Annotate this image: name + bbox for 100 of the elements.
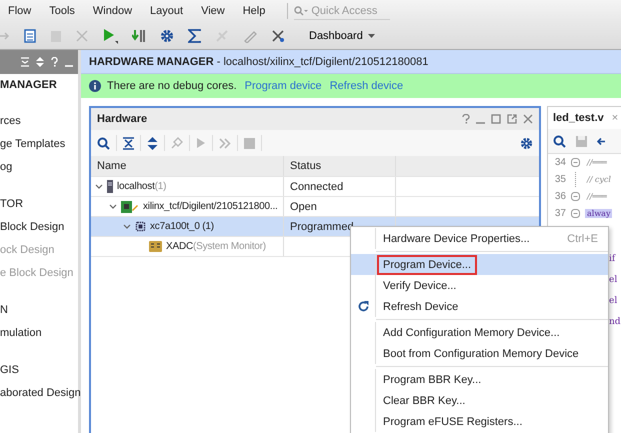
line-number: 37 bbox=[554, 208, 566, 219]
help-icon[interactable] bbox=[462, 114, 470, 124]
navigator-item[interactable]: og bbox=[0, 156, 78, 179]
code-line: //═══ bbox=[586, 192, 608, 201]
navigator-heading: MANAGER bbox=[0, 78, 58, 93]
link[interactable]: Program device bbox=[244, 80, 322, 92]
search-field[interactable]: Quick Access bbox=[294, 2, 390, 20]
board-icon bbox=[121, 200, 139, 212]
info-icon bbox=[89, 80, 101, 92]
fold-icon[interactable] bbox=[571, 158, 580, 167]
menu-item[interactable]: Window bbox=[92, 5, 132, 17]
menu-label: Program eFUSE Registers... bbox=[382, 414, 524, 430]
menu-item[interactable]: Help bbox=[242, 5, 266, 17]
column-header[interactable]: Status bbox=[284, 156, 396, 176]
chevron-icon[interactable] bbox=[123, 222, 131, 230]
line-number: 35 bbox=[554, 174, 566, 185]
close-icon[interactable] bbox=[76, 30, 88, 42]
run-icon[interactable] bbox=[102, 28, 118, 44]
menu-label: Boot from Configuration Memory Device bbox=[382, 346, 580, 362]
chevron-icon[interactable] bbox=[95, 182, 103, 190]
save-icon[interactable] bbox=[576, 136, 587, 146]
tree-label: xc7a100t_0 (1) bbox=[150, 221, 214, 232]
close-icon[interactable] bbox=[523, 114, 533, 124]
navigator-item[interactable]: mulation bbox=[0, 322, 78, 345]
document-icon[interactable] bbox=[24, 28, 36, 42]
maximize-icon[interactable] bbox=[491, 114, 501, 124]
expand-all-icon[interactable] bbox=[147, 136, 158, 150]
menu-label: Program BBR Key... bbox=[382, 372, 482, 388]
menu-item[interactable]: Program BBR Key... bbox=[351, 369, 608, 390]
menu-label: Add Configuration Memory Device... bbox=[382, 326, 561, 340]
menu-item[interactable]: Tools bbox=[49, 5, 75, 17]
status-text: Open bbox=[290, 200, 317, 212]
menu-label: Program Device... bbox=[377, 254, 478, 274]
download-icon[interactable] bbox=[132, 28, 146, 42]
stop-icon[interactable] bbox=[244, 138, 255, 148]
navigator-item[interactable]: aborated Design bbox=[0, 382, 78, 405]
code-line: if bbox=[609, 254, 616, 264]
line-number: 36 bbox=[554, 191, 566, 202]
server-icon bbox=[107, 180, 113, 193]
navigator-heading: GIS bbox=[0, 363, 20, 378]
pencil-icon[interactable] bbox=[243, 28, 257, 42]
tree-label: localhost(1) bbox=[117, 181, 166, 192]
status-text: Connected bbox=[290, 180, 344, 192]
header-title: HARDWARE MANAGER - localhost/xilinx_tcf/Digilent/210512180081 bbox=[89, 56, 428, 68]
navigator-item[interactable]: Block Design bbox=[0, 216, 78, 239]
menu-item[interactable]: Boot from Configuration Memory Device bbox=[351, 343, 608, 364]
menu-item[interactable]: Clear BBR Key... bbox=[351, 390, 608, 411]
menu-item[interactable]: Refresh Device bbox=[351, 296, 608, 317]
column-header[interactable]: Name bbox=[91, 156, 284, 176]
float-icon[interactable] bbox=[507, 114, 517, 124]
fast-forward-icon[interactable] bbox=[219, 138, 231, 148]
link[interactable]: Refresh device bbox=[330, 80, 404, 92]
search-icon bbox=[294, 6, 308, 16]
settings-icon[interactable] bbox=[160, 28, 174, 42]
menu-label: Clear BBR Key... bbox=[382, 394, 466, 408]
tree-row[interactable]: localhost(1) Connected bbox=[91, 177, 539, 197]
panel-title: Hardware bbox=[97, 113, 148, 125]
menu-label: Refresh Device bbox=[382, 300, 460, 314]
code-line: nd bbox=[609, 316, 621, 326]
help-icon[interactable] bbox=[51, 57, 58, 67]
code-line: el bbox=[609, 296, 618, 306]
fold-icon[interactable] bbox=[571, 192, 580, 201]
tree-label: XADC(System Monitor) bbox=[166, 241, 266, 252]
expand-icon[interactable] bbox=[36, 57, 44, 67]
monitor-icon bbox=[149, 241, 162, 252]
menu-label: Verify Device... bbox=[382, 278, 458, 294]
navigator-item[interactable]: rces bbox=[0, 110, 78, 133]
status-text: Programmed bbox=[290, 220, 354, 232]
navigator-heading: N bbox=[0, 303, 9, 318]
fold-icon[interactable] bbox=[571, 209, 580, 218]
layout-dropdown[interactable]: Dashboard bbox=[307, 28, 377, 44]
code-line: el bbox=[609, 274, 618, 284]
run-icon[interactable] bbox=[196, 137, 206, 149]
menu-item[interactable]: View bbox=[201, 5, 225, 17]
search-icon[interactable] bbox=[97, 136, 110, 150]
refresh-icon bbox=[358, 301, 368, 312]
editor-tab[interactable]: led_test.v bbox=[553, 112, 604, 124]
code-line: // cycl bbox=[586, 175, 612, 184]
search-icon[interactable] bbox=[553, 134, 566, 148]
caret-icon bbox=[368, 34, 375, 38]
info-message: There are no debug cores. bbox=[107, 80, 237, 92]
sigma-icon[interactable] bbox=[188, 28, 201, 42]
menu-item[interactable]: Add Configuration Memory Device... bbox=[351, 322, 608, 343]
shortcut-text: Ctrl+E bbox=[567, 232, 598, 244]
menu-item[interactable]: Flow bbox=[8, 5, 32, 17]
navigator-item[interactable]: ge Templates bbox=[0, 133, 78, 156]
collapse-all-icon[interactable] bbox=[123, 136, 134, 150]
collapse-icon[interactable] bbox=[21, 57, 29, 67]
menu-item[interactable]: Hardware Device Properties... Ctrl+E bbox=[351, 228, 608, 249]
menu-item[interactable]: Program Device... bbox=[351, 254, 608, 275]
arrow-icon[interactable] bbox=[0, 30, 10, 40]
back-icon[interactable] bbox=[597, 136, 605, 146]
menu-item[interactable]: Verify Device... bbox=[351, 275, 608, 296]
chip-icon bbox=[135, 221, 146, 232]
menu-item[interactable]: Program eFUSE Registers... bbox=[351, 411, 608, 432]
settings-icon[interactable] bbox=[520, 136, 533, 150]
menu-item[interactable]: Layout bbox=[150, 5, 184, 17]
line-number: 34 bbox=[554, 157, 566, 168]
chevron-icon[interactable] bbox=[109, 202, 117, 210]
code-line: //═══ bbox=[586, 158, 608, 167]
